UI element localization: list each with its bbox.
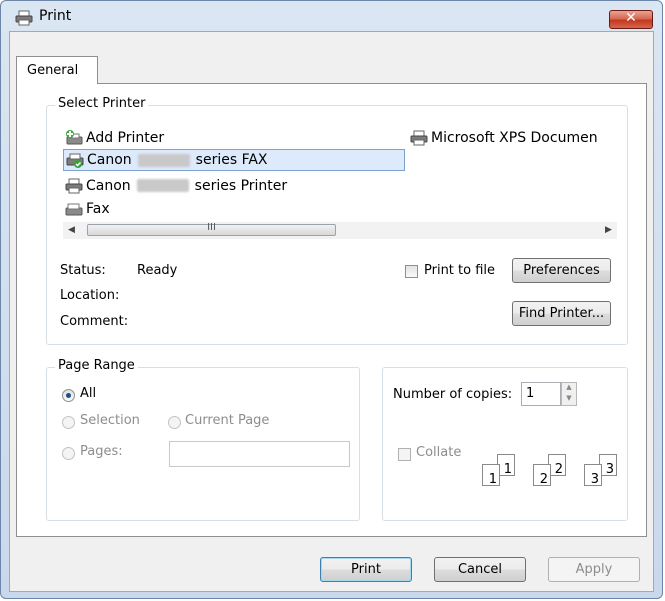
selection-radio[interactable]: [62, 416, 75, 429]
fax-printer-icon: [66, 152, 84, 168]
apply-button[interactable]: Apply: [548, 557, 640, 582]
tab-general[interactable]: General: [16, 56, 98, 84]
printer-item-fax[interactable]: Fax: [65, 199, 110, 218]
selection-radio-label: Selection: [80, 413, 140, 428]
find-printer-button[interactable]: Find Printer...: [512, 301, 611, 326]
printer-name-prefix: Canon: [87, 152, 132, 168]
window-title: Print: [39, 8, 72, 24]
status-label: Status:: [60, 263, 106, 278]
preferences-button[interactable]: Preferences: [512, 258, 611, 283]
print-button[interactable]: Print: [320, 557, 412, 582]
collate-page-icon: 3: [584, 464, 602, 487]
printer-name: Fax: [86, 200, 110, 217]
copies-input[interactable]: 1: [521, 382, 561, 406]
grip-icon: III: [207, 222, 216, 233]
printer-icon: [410, 130, 428, 146]
printer-name-prefix: Canon: [86, 177, 131, 194]
pages-radio-label: Pages:: [80, 444, 123, 459]
printer-list-scrollbar[interactable]: ◀ III ▶: [63, 222, 617, 239]
collate-page-icon: 2: [533, 464, 551, 487]
current-page-radio[interactable]: [168, 416, 181, 429]
pages-input[interactable]: [169, 441, 350, 467]
redacted-model: [137, 153, 190, 167]
current-page-radio-label: Current Page: [185, 413, 270, 428]
printer-item-add-printer[interactable]: Add Printer: [65, 128, 164, 147]
printer-name: Microsoft XPS Documen: [431, 129, 598, 146]
title-bar[interactable]: Print ✕: [1, 1, 662, 33]
status-value: Ready: [137, 263, 178, 278]
printer-name-suffix: series FAX: [195, 152, 268, 168]
copies-spinner[interactable]: ▲ ▼: [561, 382, 577, 406]
scroll-left-icon[interactable]: ◀: [63, 222, 80, 239]
close-icon: ✕: [625, 10, 637, 26]
select-printer-label: Select Printer: [55, 96, 149, 111]
cancel-button[interactable]: Cancel: [434, 557, 526, 582]
spin-up-icon[interactable]: ▲: [562, 383, 576, 394]
print-to-file-label: Print to file: [424, 263, 496, 278]
all-radio-label: All: [80, 386, 97, 401]
printer-icon: [65, 178, 83, 194]
printer-item-xps[interactable]: Microsoft XPS Documen: [410, 128, 598, 147]
location-label: Location:: [60, 288, 120, 303]
close-button[interactable]: ✕: [609, 10, 653, 29]
spin-down-icon[interactable]: ▼: [562, 394, 576, 405]
scroll-right-icon[interactable]: ▶: [600, 222, 617, 239]
printer-item-canon-printer[interactable]: Canon series Printer: [65, 176, 287, 195]
pages-radio[interactable]: [62, 447, 75, 460]
all-radio[interactable]: [62, 389, 75, 402]
scroll-thumb[interactable]: III: [87, 222, 336, 236]
comment-label: Comment:: [60, 314, 129, 329]
collate-label: Collate: [416, 445, 462, 460]
number-of-copies-label: Number of copies:: [393, 387, 513, 402]
add-printer-icon: [65, 129, 83, 146]
printer-name: Add Printer: [86, 129, 165, 146]
fax-icon: [65, 201, 83, 217]
collate-checkbox[interactable]: [398, 448, 411, 461]
page-range-label: Page Range: [55, 358, 138, 373]
printer-name-suffix: series Printer: [194, 177, 288, 194]
redacted-model: [136, 179, 189, 192]
printer-item-canon-fax[interactable]: Canon series FAX: [63, 149, 405, 171]
collate-page-icon: 1: [482, 464, 500, 487]
tab-general-label: General: [27, 63, 79, 78]
printer-icon: [15, 10, 33, 30]
print-to-file-checkbox[interactable]: [405, 265, 418, 278]
